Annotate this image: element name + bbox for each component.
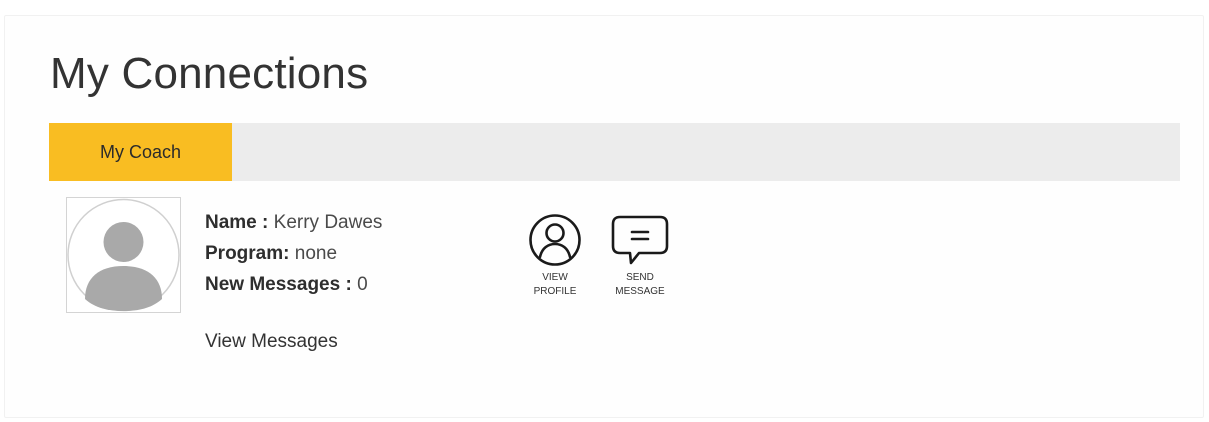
tab-bar: My Coach: [49, 123, 1180, 181]
program-label: Program:: [205, 243, 290, 264]
name-label: Name :: [205, 212, 269, 233]
name-row: Name : Kerry Dawes: [205, 207, 382, 238]
avatar: [66, 197, 181, 313]
connection-info: Name : Kerry Dawes Program: none New Mes…: [205, 207, 382, 300]
new-messages-count: 0: [357, 274, 368, 295]
user-circle-icon: [529, 214, 581, 266]
program-value: none: [294, 243, 338, 264]
send-message-button[interactable]: SEND MESSAGE: [604, 213, 676, 299]
new-messages-label: New Messages :: [205, 274, 352, 295]
default-user-avatar-icon: [67, 198, 180, 312]
view-profile-button[interactable]: VIEW PROFILE: [520, 213, 590, 299]
tab-my-coach[interactable]: My Coach: [49, 123, 232, 181]
name-value: Kerry Dawes: [273, 212, 383, 233]
tab-my-coach-label: My Coach: [99, 141, 182, 162]
view-messages-link[interactable]: View Messages: [205, 331, 338, 353]
new-messages-row: New Messages : 0: [205, 269, 382, 300]
page-title: My Connections: [50, 49, 369, 98]
send-message-label: SEND MESSAGE: [615, 272, 665, 297]
chat-bubble-icon: [611, 215, 669, 265]
view-profile-label: VIEW PROFILE: [533, 272, 577, 297]
program-row: Program: none: [205, 238, 382, 269]
